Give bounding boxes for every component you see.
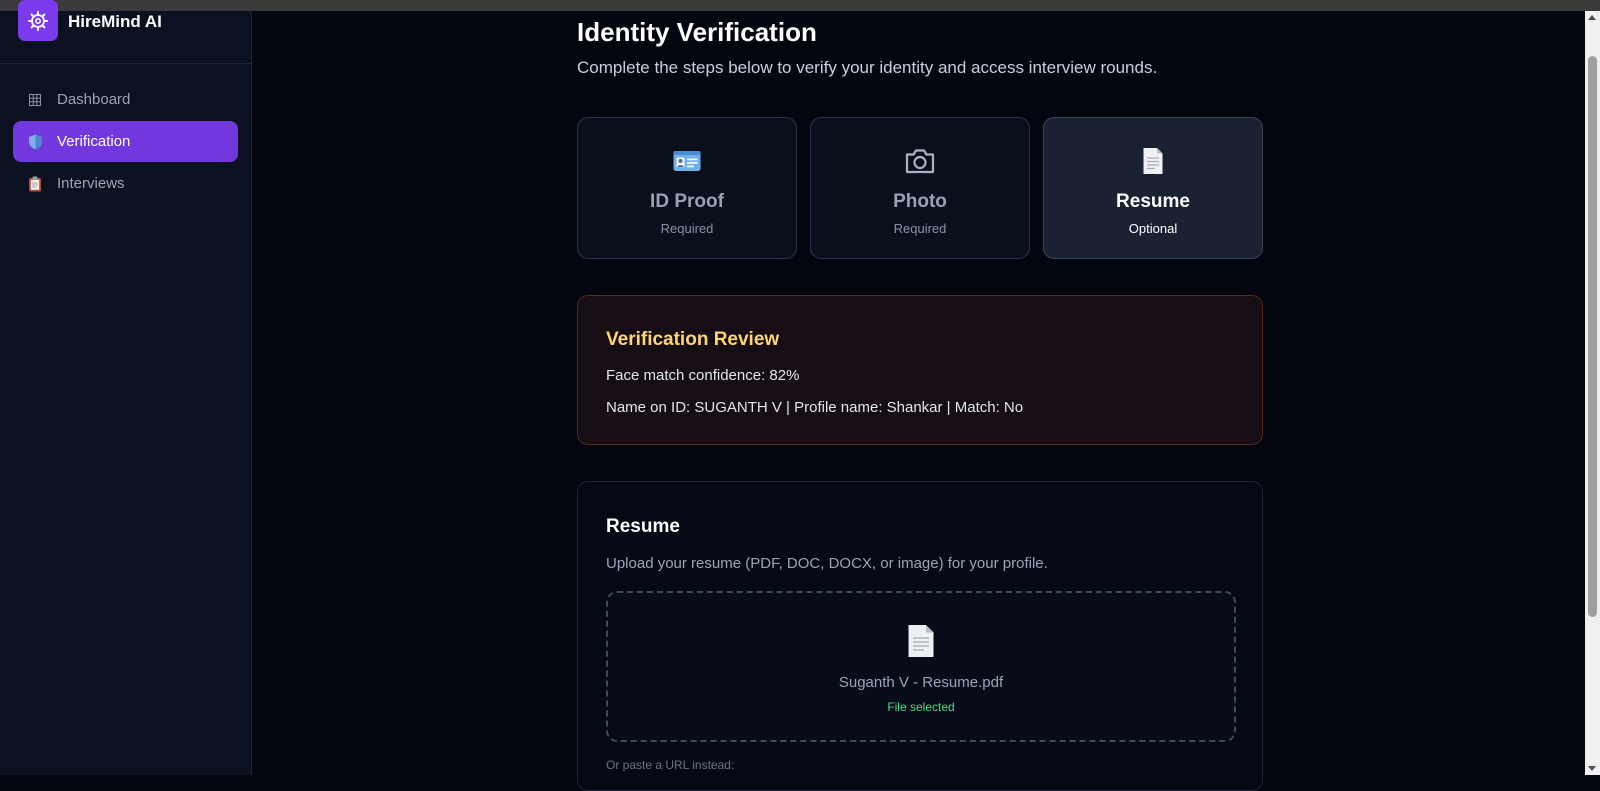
page-scrollbar[interactable] [1585, 11, 1600, 775]
document-icon [1044, 146, 1262, 176]
sidebar-item-label: Dashboard [57, 91, 131, 108]
step-card-resume[interactable]: Resume Optional [1043, 117, 1263, 259]
verification-review-panel: Verification Review Face match confidenc… [577, 295, 1263, 445]
resume-description: Upload your resume (PDF, DOC, DOCX, or i… [606, 555, 1048, 572]
step-status: Optional [1128, 221, 1178, 236]
name-match-details: Name on ID: SUGANTH V | Profile name: Sh… [606, 399, 1024, 416]
step-status: Required [893, 221, 947, 236]
scrollbar-thumb[interactable] [1588, 56, 1597, 617]
brand: HireMind AI [0, 0, 251, 64]
resume-upload-card: Resume Upload your resume (PDF, DOC, DOC… [577, 481, 1263, 791]
resume-dropzone[interactable]: Suganth V - Resume.pdf File selected [606, 591, 1236, 742]
sidebar-item-verification[interactable]: Verification [13, 121, 238, 162]
sidebar-item-interviews[interactable]: Interviews [13, 163, 238, 204]
camera-icon [811, 146, 1029, 176]
file-icon [608, 624, 1234, 658]
page-subtitle: Complete the steps below to verify your … [577, 58, 1158, 77]
sidebar-item-dashboard[interactable]: Dashboard [13, 79, 238, 120]
url-input-label: Or paste a URL instead: [606, 758, 735, 772]
id-card-icon [578, 146, 796, 176]
face-match-confidence: Face match confidence: 82% [606, 367, 800, 384]
step-title: Photo [893, 191, 947, 212]
review-title: Verification Review [606, 329, 780, 350]
grid-icon [27, 92, 43, 108]
scroll-down-arrow-icon[interactable] [1588, 766, 1596, 771]
step-title: ID Proof [650, 191, 724, 212]
sidebar-item-label: Interviews [57, 175, 125, 192]
step-status: Required [660, 221, 714, 236]
step-title: Resume [1116, 191, 1190, 212]
selected-file-name: Suganth V - Resume.pdf [838, 674, 1004, 691]
browser-top-bar [0, 0, 1600, 11]
resume-section-title: Resume [606, 516, 680, 537]
brain-gear-icon[interactable] [18, 0, 58, 41]
shield-icon [27, 134, 43, 150]
step-card-photo[interactable]: Photo Required [810, 117, 1030, 259]
sidebar: HireMind AI Dashboard Verification Inter… [0, 0, 252, 775]
brand-name: HireMind AI [68, 12, 162, 31]
step-card-id-proof[interactable]: ID Proof Required [577, 117, 797, 259]
scroll-up-arrow-icon[interactable] [1588, 15, 1596, 20]
page-title: Identity Verification [577, 17, 817, 47]
sidebar-item-label: Verification [57, 133, 131, 150]
file-selected-status: File selected [887, 700, 955, 714]
clipboard-icon [27, 176, 43, 192]
